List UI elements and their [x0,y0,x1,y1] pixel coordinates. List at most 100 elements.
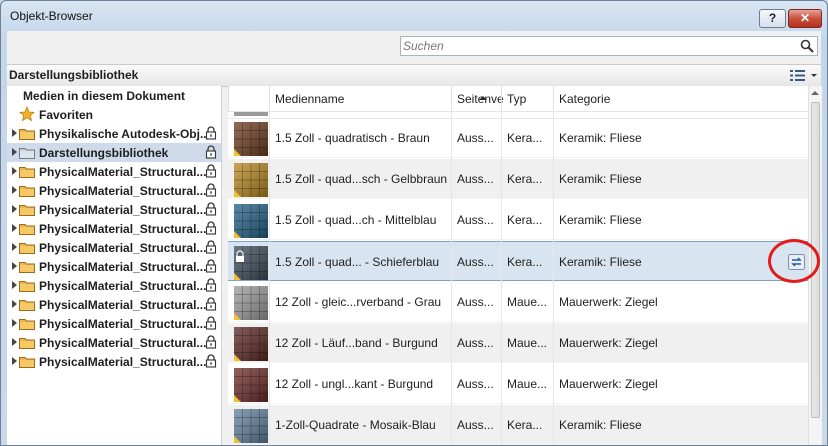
column-thumbnail[interactable] [228,86,269,111]
library-tree: Medien in diesem Dokument Favoriten Physik… [7,86,222,445]
lock-icon [205,316,217,330]
tree-item[interactable]: Medien in diesem Dokument [7,86,221,105]
expand-arrow-icon[interactable] [12,338,17,346]
title-bar[interactable]: Objekt-Browser ? ✕ [1,1,827,31]
tree-item[interactable]: PhysicalMaterial_Structural... [7,333,221,352]
client-area: Darstellungsbibliothek Medien in diesem … [7,31,822,445]
expand-arrow-icon[interactable] [12,167,17,175]
tree-item[interactable]: PhysicalMaterial_Structural... [7,314,221,333]
cell-seitenverhaeltnis: Auss... [457,418,494,432]
expand-arrow-icon[interactable] [12,243,17,251]
tree-item[interactable]: PhysicalMaterial_Structural... [7,200,221,219]
cell-medienname: 1.5 Zoll - quad...ch - Mittelblau [275,213,437,227]
search-box[interactable] [400,36,818,56]
tree-item-label: PhysicalMaterial_Structural... [39,222,207,236]
cell-seitenverhaeltnis: Auss... [457,255,494,269]
column-medienname[interactable]: Medienname [269,86,487,111]
expand-arrow-icon[interactable] [12,148,17,156]
object-browser-window: Objekt-Browser ? ✕ Darstellungsbibliothe… [0,0,828,446]
tree-item-label: PhysicalMaterial_Structural... [39,279,207,293]
tree-item[interactable]: PhysicalMaterial_Structural... [7,219,221,238]
cell-kategorie: Mauerwerk: Ziegel [559,336,658,350]
tree-item-label: Darstellungsbibliothek [39,146,169,160]
expand-arrow-icon[interactable] [12,300,17,308]
column-seitenverhaeltnis[interactable]: Seitenve [451,86,504,111]
expand-arrow-icon[interactable] [12,262,17,270]
lock-icon [205,259,217,273]
cell-seitenverhaeltnis: Auss... [457,377,494,391]
lock-icon [205,221,217,235]
tree-item[interactable]: PhysicalMaterial_Structural... [7,238,221,257]
tree-item[interactable]: PhysicalMaterial_Structural... [7,295,221,314]
column-typ[interactable]: Typ [501,86,553,111]
expand-arrow-icon[interactable] [12,281,17,289]
folder-icon [19,204,35,216]
folder-icon [19,337,35,349]
column-divider [451,111,452,445]
expand-arrow-icon[interactable] [12,129,17,137]
cell-seitenverhaeltnis: Auss... [457,131,494,145]
table-row[interactable]: 12 Zoll - Läuf...band - Burgund Auss... Ma… [228,323,808,363]
tree-item-label: PhysicalMaterial_Structural... [39,336,207,350]
library-title: Darstellungsbibliothek [9,68,139,82]
column-kategorie[interactable]: Kategorie [553,86,808,111]
close-button[interactable]: ✕ [788,9,822,28]
table-row[interactable]: 1.5 Zoll - quadratisch - Braun Auss... Ker… [228,118,808,158]
window-title: Objekt-Browser [10,9,93,23]
tree-item-label: PhysicalMaterial_Structural... [39,317,207,331]
cell-kategorie: Keramik: Fliese [559,131,642,145]
cell-kategorie: Keramik: Fliese [559,172,642,186]
table-row[interactable]: 12 Zoll - gleic...rverband - Grau Auss...… [228,282,808,322]
tree-item[interactable]: Darstellungsbibliothek [7,143,221,162]
scroll-up-icon[interactable] [811,91,819,95]
folder-icon [19,242,35,254]
material-thumbnail [234,286,268,320]
cell-typ: Maue... [507,295,548,309]
lock-icon [205,354,217,368]
cell-kategorie: Mauerwerk: Ziegel [559,377,658,391]
table-row[interactable]: 12 Zoll - ungl...kant - Burgund Auss... Ma… [228,364,808,404]
lock-icon [205,145,217,159]
cell-medienname: 12 Zoll - ungl...kant - Burgund [275,377,434,391]
tree-item[interactable]: PhysicalMaterial_Structural... [7,181,221,200]
folder-icon [19,223,35,235]
expand-arrow-icon[interactable] [12,224,17,232]
search-input[interactable] [403,38,793,54]
column-divider [501,111,502,445]
tree-item[interactable]: PhysicalMaterial_Structural... [7,276,221,295]
tree-item[interactable]: PhysicalMaterial_Structural... [7,257,221,276]
tree-item[interactable]: PhysicalMaterial_Structural... [7,162,221,181]
table-row[interactable]: 1.5 Zoll - quad...ch - Mittelblau Auss...… [228,200,808,240]
table-row[interactable]: 1.5 Zoll - quad... - Schieferblau Auss...… [228,241,808,281]
tree-item-label: Favoriten [39,108,94,122]
tree-item-label: Physikalische Autodesk-Obj... [39,127,210,141]
list-view-icon[interactable] [788,68,818,83]
cell-typ: Kera... [507,131,543,145]
table-row[interactable]: 1.5 Zoll - quad...sch - Gelbbraun Auss...… [228,159,808,199]
column-divider [269,111,270,445]
expand-arrow-icon[interactable] [12,319,17,327]
expand-arrow-icon[interactable] [12,205,17,213]
column-header: Medienname Seitenve Typ Kategorie [228,86,808,112]
folder-icon [19,299,35,311]
table-row[interactable]: 1-Zoll-Quadrate - Mosaik-Blau Auss... Kera… [228,405,808,445]
cell-medienname: 1.5 Zoll - quad... - Schieferblau [275,255,440,269]
lock-icon [205,278,217,292]
help-button[interactable]: ? [759,9,786,28]
expand-arrow-icon[interactable] [12,357,17,365]
cell-typ: Maue... [507,336,548,350]
tree-item[interactable]: Physikalische Autodesk-Obj... [7,124,221,143]
cell-medienname: 12 Zoll - gleic...rverband - Grau [275,295,442,309]
column-divider [553,111,554,445]
search-icon[interactable] [800,39,814,53]
expand-arrow-icon[interactable] [12,186,17,194]
material-thumbnail [234,246,268,280]
material-thumbnail [234,409,268,443]
tree-item-label: PhysicalMaterial_Structural... [39,260,207,274]
tree-item[interactable]: PhysicalMaterial_Structural... [7,352,221,371]
tree-item[interactable]: Favoriten [7,105,221,124]
folder-icon [19,318,35,330]
tree-item-label: PhysicalMaterial_Structural... [39,241,207,255]
material-thumbnail [234,368,268,402]
material-thumbnail [234,204,268,238]
